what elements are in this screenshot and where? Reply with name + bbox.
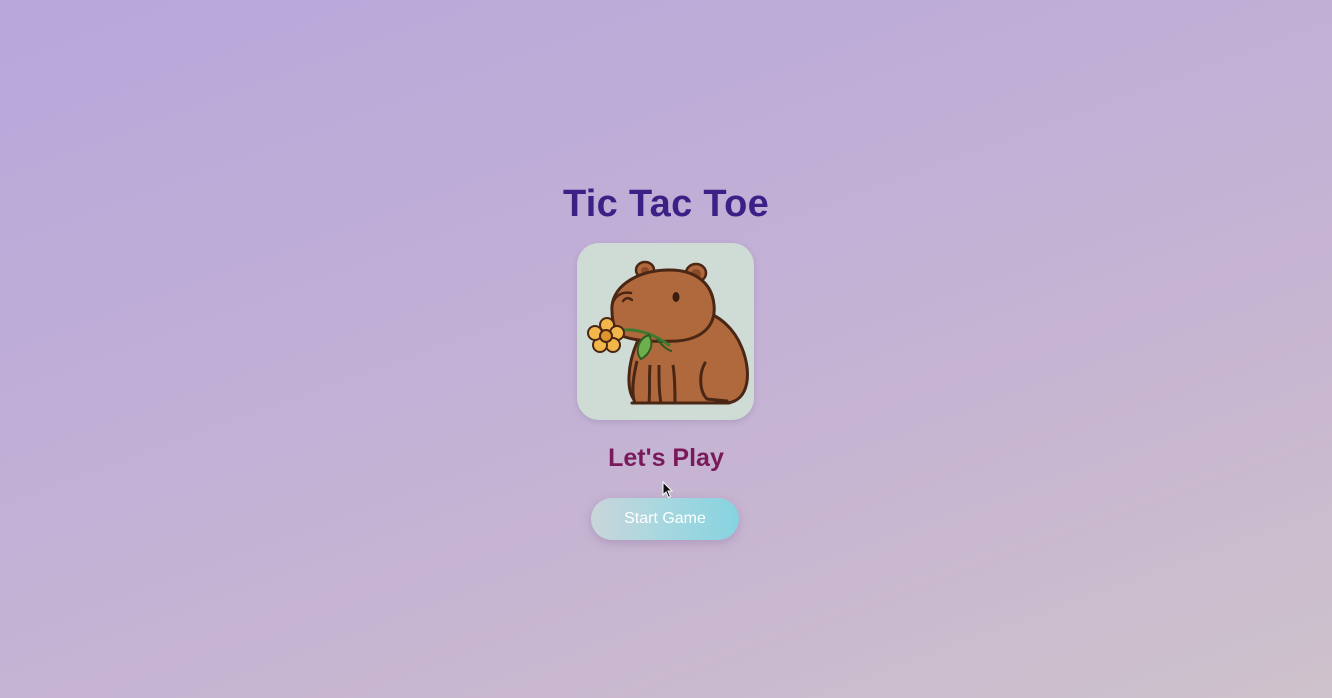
mouse-cursor-icon (662, 481, 674, 499)
start-screen: Tic Tac Toe Let's Play Start Game (0, 0, 1332, 698)
mascot-card (577, 243, 754, 420)
start-game-button[interactable]: Start Game (591, 498, 739, 540)
game-title: Tic Tac Toe (562, 183, 770, 225)
lets-play-heading: Let's Play (608, 444, 724, 472)
capybara-with-flower-icon (577, 243, 754, 420)
